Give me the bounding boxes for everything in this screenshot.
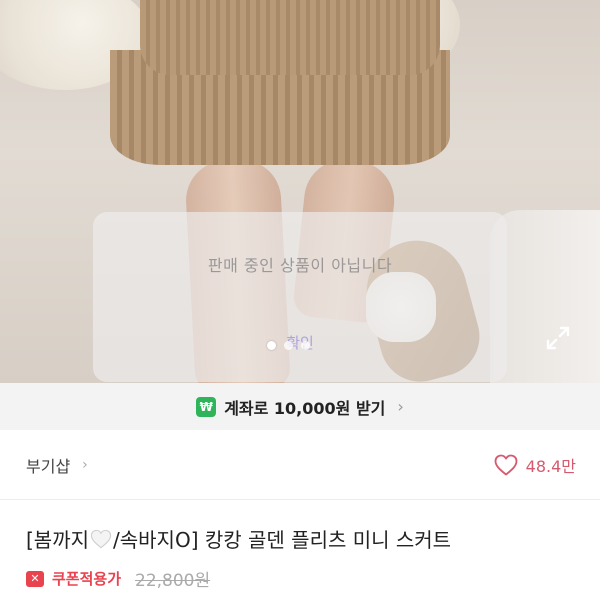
original-price: 22,800원 — [135, 571, 211, 591]
white-heart-emoji — [90, 529, 112, 549]
pagination-dot[interactable] — [267, 341, 276, 350]
pagination-dot[interactable] — [301, 341, 310, 350]
coupon-icon: ✕ — [26, 570, 44, 587]
like-count: 48.4만 — [525, 456, 576, 476]
image-skirt-upper-tier — [140, 0, 440, 75]
product-title: [봄까지 /속바지O] 캉캉 골덴 플리츠 미니 스커트 — [26, 524, 451, 553]
promo-text: 계좌로 10,000원 받기 — [224, 398, 386, 418]
shop-name: 부기샵 — [26, 456, 71, 476]
not-for-sale-notice: 판매 중인 상품이 아닙니다 확인 — [93, 212, 507, 382]
product-title-prefix: [봄까지 — [26, 528, 90, 552]
coupon-price-label: 쿠폰적용가 — [52, 570, 122, 588]
shop-info-row: 부기샵 › 48.4만 — [0, 430, 600, 500]
like-button[interactable]: 48.4만 — [494, 453, 576, 477]
product-image[interactable]: 판매 중인 상품이 아닙니다 확인 — [0, 0, 600, 383]
gallery-pagination — [267, 341, 310, 350]
account-reward-banner[interactable]: ₩ 계좌로 10,000원 받기 › — [0, 383, 600, 430]
expand-icon — [546, 326, 570, 350]
notice-message: 판매 중인 상품이 아닙니다 — [207, 256, 393, 275]
chevron-right-icon: › — [397, 397, 404, 416]
pagination-dot[interactable] — [284, 341, 293, 350]
expand-image-button[interactable] — [540, 320, 576, 356]
won-icon: ₩ — [196, 396, 217, 417]
shop-link[interactable]: 부기샵 › — [26, 453, 88, 477]
heart-outline-icon — [494, 454, 518, 475]
chevron-right-icon: › — [82, 456, 88, 473]
product-title-suffix: /속바지O] 캉캉 골덴 플리츠 미니 스커트 — [113, 528, 452, 552]
price-row: ✕ 쿠폰적용가 22,800원 — [26, 566, 210, 591]
